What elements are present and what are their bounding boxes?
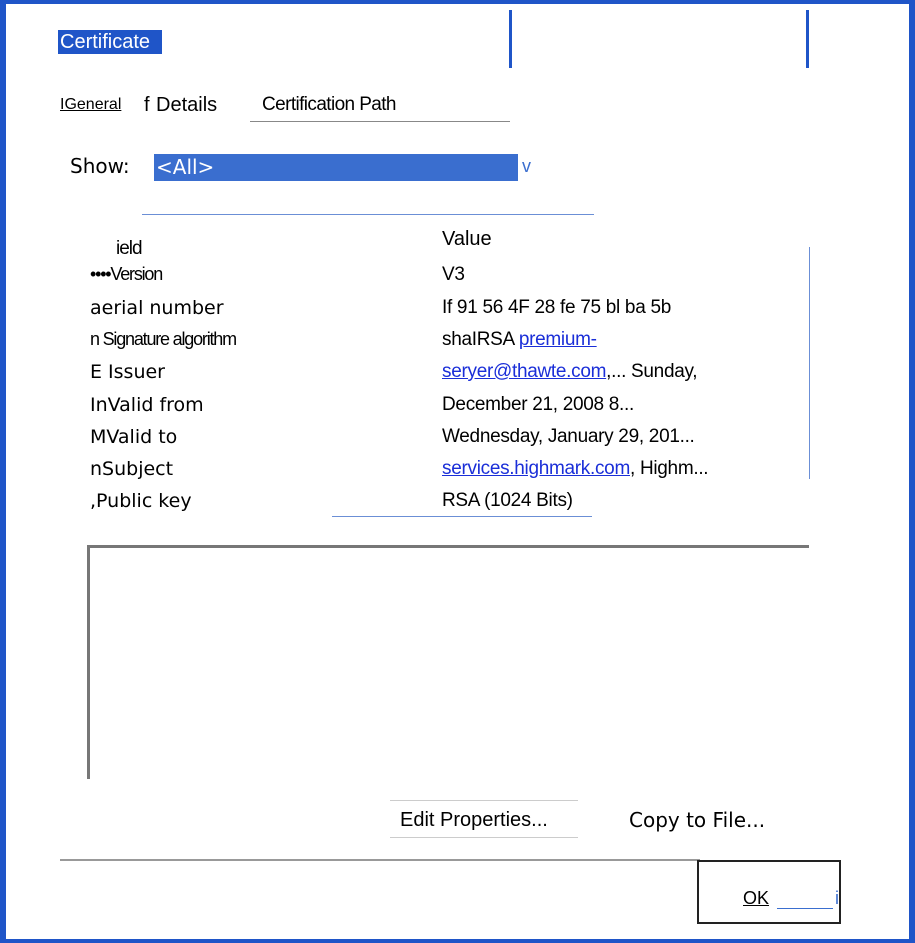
divider bbox=[60, 859, 700, 861]
tab-details[interactable]: Details bbox=[156, 91, 217, 119]
table-row[interactable]: InValid from December 21, 2008 8... bbox=[90, 394, 810, 426]
field-cell: InValid from bbox=[90, 394, 204, 416]
show-label: Show: bbox=[70, 154, 130, 178]
table-row[interactable]: n Signature algorithm shaIRSA premium- bbox=[90, 329, 810, 361]
value-cell: December 21, 2008 8... bbox=[442, 394, 634, 415]
issuer-email-link[interactable]: seryer@thawte.com bbox=[442, 361, 606, 382]
chevron-down-icon[interactable]: v bbox=[522, 156, 531, 177]
field-cell: aerial number bbox=[90, 297, 224, 319]
table-row[interactable]: ••••Version V3 bbox=[90, 264, 810, 296]
value-text: shaIRSA bbox=[442, 329, 519, 350]
focus-line bbox=[777, 908, 833, 909]
subject-link[interactable]: services.highmark.com bbox=[442, 458, 630, 479]
issuer-link[interactable]: premium- bbox=[519, 329, 597, 350]
value-cell: services.highmark.com, Highm... bbox=[442, 458, 709, 480]
value-cell: seryer@thawte.com,... Sunday, bbox=[442, 361, 698, 383]
show-dropdown[interactable]: <All> bbox=[154, 154, 518, 181]
table-row[interactable]: E Issuer seryer@thawte.com,... Sunday, bbox=[90, 361, 810, 393]
list-border bbox=[142, 214, 594, 215]
table-row[interactable]: nSubject services.highmark.com, Highm... bbox=[90, 458, 810, 490]
tab-general[interactable]: IGeneral bbox=[60, 91, 121, 119]
ok-button[interactable]: OK i bbox=[697, 860, 841, 924]
field-cell: nSubject bbox=[90, 458, 174, 480]
field-cell: ••••Version bbox=[90, 264, 163, 284]
table-row[interactable]: MValid to Wednesday, January 29, 201... bbox=[90, 426, 810, 458]
title-divider bbox=[509, 10, 512, 68]
column-header-value[interactable]: Value bbox=[442, 228, 492, 251]
edit-properties-button[interactable]: Edit Properties... bbox=[390, 800, 578, 838]
value-cell: RSA (1024 Bits) bbox=[442, 490, 573, 511]
window-title: Certificate bbox=[58, 30, 163, 54]
field-cell: n Signature algorithm bbox=[90, 329, 237, 349]
detail-textbox[interactable] bbox=[87, 545, 809, 779]
column-header-field[interactable]: ield bbox=[116, 238, 143, 260]
value-text: , Highm... bbox=[629, 458, 709, 479]
title-divider bbox=[806, 10, 809, 68]
ok-label: OK bbox=[743, 888, 770, 908]
field-cell: MValid to bbox=[90, 426, 178, 448]
value-cell: Wednesday, January 29, 201... bbox=[442, 426, 695, 447]
tab-underline bbox=[250, 121, 510, 122]
field-cell: E Issuer bbox=[90, 361, 165, 383]
value-cell: If 91 56 4F 28 fe 75 bl ba 5b bbox=[442, 297, 671, 318]
tab-certification-path[interactable]: Certification Path bbox=[262, 91, 396, 119]
value-cell: shaIRSA premium- bbox=[442, 329, 597, 351]
table-row[interactable]: ,Public key RSA (1024 Bits) bbox=[90, 490, 810, 522]
cursor-mark: i bbox=[835, 888, 839, 908]
value-text: ,... Sunday, bbox=[606, 361, 698, 382]
table-row[interactable]: aerial number If 91 56 4F 28 fe 75 bl ba… bbox=[90, 297, 810, 329]
value-cell: V3 bbox=[442, 264, 465, 285]
copy-to-file-button[interactable]: Copy to File... bbox=[629, 808, 765, 832]
field-cell: ,Public key bbox=[90, 490, 192, 512]
tab-separator: f bbox=[144, 94, 150, 116]
